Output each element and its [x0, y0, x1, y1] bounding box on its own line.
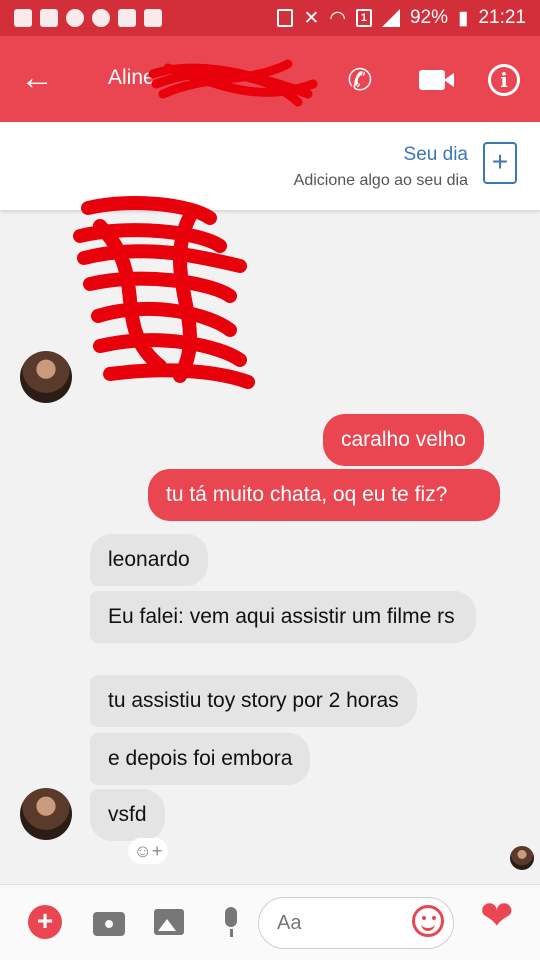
mail-icon	[144, 9, 162, 27]
sim-icon: 1	[355, 9, 372, 27]
message-sent[interactable]: caralho velho	[323, 414, 484, 466]
voicemail-icon	[118, 9, 136, 27]
cast-icon	[277, 9, 294, 27]
wifi-icon: ◠	[329, 7, 346, 29]
whatsapp-icon	[92, 9, 110, 27]
camera-icon[interactable]	[92, 905, 126, 939]
system-icons: ✕ ◠ 1 92% ▮ 21:21	[277, 7, 526, 30]
message-received[interactable]: vsfd	[90, 789, 165, 841]
message-sent[interactable]: tu tá muito chata, oq eu te fiz?	[148, 469, 500, 521]
signal-icon	[381, 9, 400, 27]
status-bar: ✕ ◠ 1 92% ▮ 21:21	[0, 0, 540, 36]
video-camera-icon[interactable]	[412, 60, 454, 100]
message-received[interactable]: leonardo	[90, 534, 208, 586]
message-received[interactable]: Eu falei: vem aqui assistir um filme rs	[90, 591, 476, 643]
redaction-scribble	[148, 59, 318, 107]
info-icon[interactable]: i	[484, 60, 524, 100]
chat-header: ← Aline ✆ i	[0, 36, 540, 122]
add-story-button[interactable]: +	[483, 142, 517, 184]
image-icon[interactable]	[152, 905, 186, 939]
message-received[interactable]: tu assistiu toy story por 2 horas	[90, 675, 417, 727]
clock: 21:21	[478, 7, 526, 28]
plus-icon[interactable]: +	[28, 905, 62, 939]
arrow-left-icon[interactable]: ←	[20, 60, 56, 96]
facebook-icon	[14, 9, 32, 27]
aperture-icon	[66, 9, 84, 27]
message-composer: + Aa	[0, 884, 540, 960]
contact-avatar[interactable]	[20, 788, 72, 840]
battery-icon: ▮	[457, 7, 469, 29]
notification-icons	[14, 9, 162, 27]
message-received[interactable]: e depois foi embora	[90, 733, 311, 785]
microphone-icon[interactable]	[214, 905, 248, 939]
emoji-icon[interactable]	[412, 905, 444, 937]
phone-icon[interactable]: ✆	[340, 60, 380, 100]
seen-avatar	[510, 846, 534, 870]
contact-avatar[interactable]	[20, 351, 72, 403]
battery-percent: 92%	[409, 7, 448, 28]
story-title[interactable]: Seu dia	[404, 144, 468, 166]
redaction-scribble	[73, 196, 255, 389]
story-subtitle: Adicione algo ao seu dia	[293, 172, 468, 189]
like-heart-icon[interactable]: ❤	[480, 896, 514, 936]
mute-icon: ✕	[303, 7, 320, 29]
facebook-icon	[40, 9, 58, 27]
add-reaction-button[interactable]: ☺+	[128, 838, 168, 864]
